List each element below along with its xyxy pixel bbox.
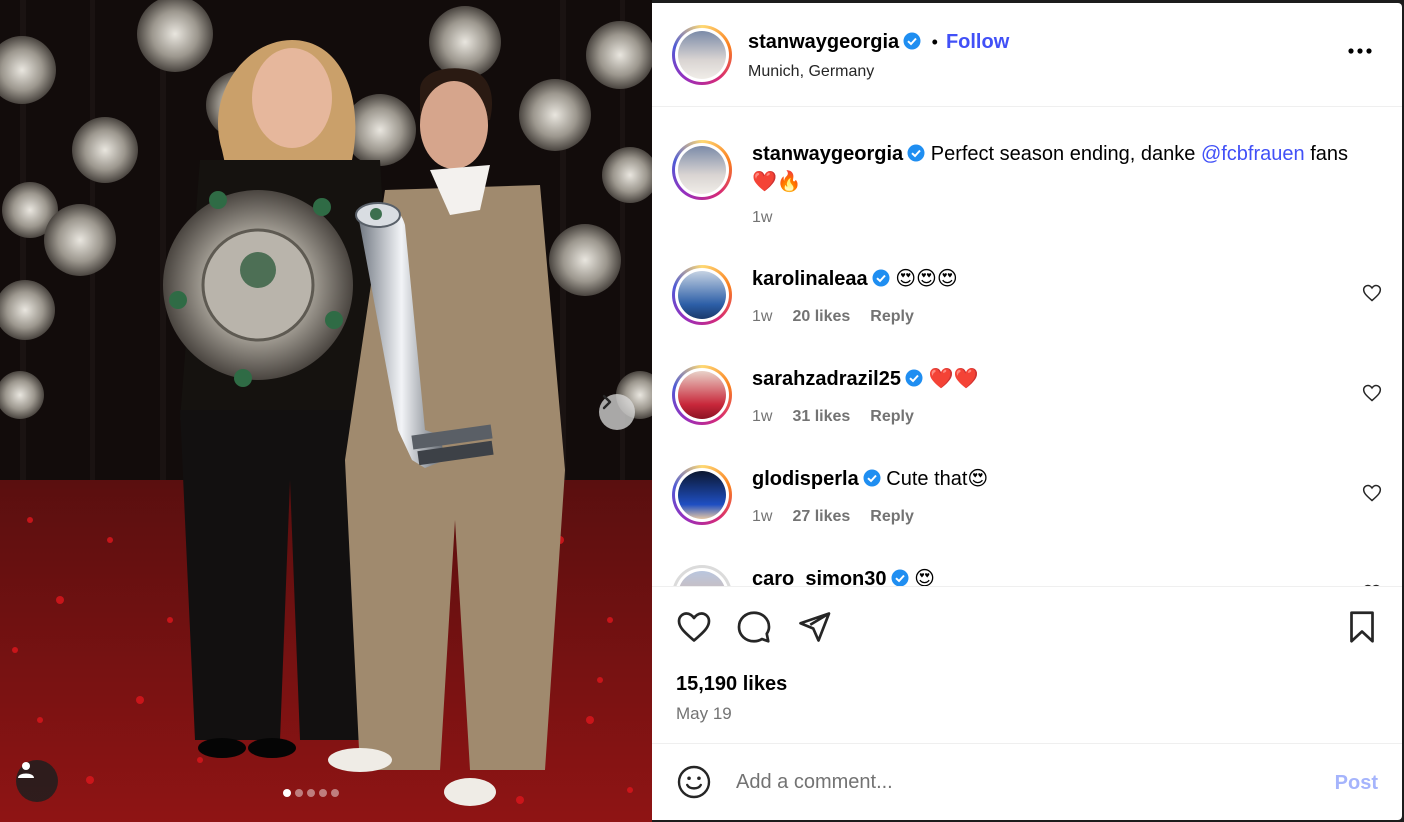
author-avatar[interactable]: [672, 25, 732, 85]
tagged-users-button[interactable]: [16, 760, 58, 802]
like-comment-heart-icon[interactable]: [1362, 283, 1382, 303]
comment-age: 1w: [752, 308, 773, 325]
carousel-dot: [307, 789, 315, 797]
comment-age: 1w: [752, 408, 773, 425]
commenter-avatar[interactable]: [672, 265, 732, 325]
post-actions: 15,190 likes May 19: [652, 586, 1402, 743]
comment-input[interactable]: [736, 766, 1296, 798]
carousel-indicator: [283, 789, 339, 797]
commenter-username[interactable]: sarahzadrazil25: [752, 368, 901, 390]
caption-emojis: ❤️🔥: [752, 171, 802, 193]
comment-text: 😍: [914, 568, 935, 586]
author-avatar[interactable]: [672, 140, 732, 200]
author-username[interactable]: stanwaygeorgia: [748, 31, 899, 53]
reply-button[interactable]: Reply: [870, 303, 914, 331]
post-comment-button[interactable]: Post: [1335, 772, 1378, 795]
post-date: May 19: [676, 704, 732, 723]
post-photo[interactable]: [0, 0, 652, 822]
follow-button[interactable]: Follow: [946, 31, 1009, 53]
verified-badge-icon: [905, 369, 923, 387]
caption-mention-link[interactable]: @fcbfrauen: [1201, 143, 1305, 165]
carousel-dot: [331, 789, 339, 797]
carousel-dot: [283, 789, 291, 797]
carousel-dot: [319, 789, 327, 797]
commenter-avatar[interactable]: [672, 465, 732, 525]
post-details-panel: stanwaygeorgia • Follow Munich, Germany s…: [652, 3, 1402, 820]
verified-badge-icon: [907, 144, 925, 162]
more-options-icon[interactable]: [1346, 41, 1374, 61]
share-send-icon[interactable]: [796, 609, 832, 645]
like-heart-icon[interactable]: [676, 609, 712, 645]
reply-button[interactable]: Reply: [870, 403, 914, 431]
like-count[interactable]: 15,190 likes: [676, 673, 787, 696]
commenter-username[interactable]: glodisperla: [752, 468, 859, 490]
commenter-avatar[interactable]: [672, 365, 732, 425]
caption-username[interactable]: stanwaygeorgia: [752, 143, 903, 165]
comment-bubble-icon[interactable]: [736, 609, 772, 645]
post-location[interactable]: Munich, Germany: [748, 63, 874, 81]
verified-badge-icon: [891, 569, 909, 586]
caption-age: 1w: [752, 209, 773, 226]
save-bookmark-icon[interactable]: [1344, 609, 1380, 645]
verified-badge-icon: [872, 269, 890, 287]
separator-dot: •: [931, 32, 938, 52]
next-photo-button[interactable]: [599, 394, 635, 430]
commenter-username[interactable]: karolinaleaa: [752, 268, 868, 290]
carousel-dot: [295, 789, 303, 797]
instagram-post-modal: stanwaygeorgia • Follow Munich, Germany s…: [0, 0, 1404, 822]
comment-likes[interactable]: 20 likes: [792, 303, 850, 331]
emoji-icon[interactable]: [676, 764, 712, 800]
comment-likes[interactable]: 27 likes: [792, 503, 850, 531]
comment-age: 1w: [752, 508, 773, 525]
verified-badge-icon: [863, 469, 881, 487]
comment-text: 😍😍😍: [895, 268, 958, 290]
photo-illustration: [0, 0, 652, 822]
like-comment-heart-icon[interactable]: [1362, 383, 1382, 403]
comment-text: Cute that😍: [886, 468, 989, 490]
commenter-username[interactable]: caro_simon30: [752, 568, 887, 586]
caption-text-end: fans: [1310, 143, 1349, 165]
commenter-avatar[interactable]: [672, 565, 732, 586]
verified-badge-icon: [903, 32, 921, 50]
comment-text: ❤️❤️: [928, 368, 979, 390]
person-icon: [18, 762, 34, 778]
chevron-right-icon: [602, 394, 612, 410]
add-comment-bar: Post: [652, 743, 1402, 820]
comment-likes[interactable]: 31 likes: [792, 403, 850, 431]
post-header: stanwaygeorgia • Follow Munich, Germany: [652, 3, 1402, 107]
comments-list[interactable]: stanwaygeorgia Perfect season ending, da…: [652, 108, 1402, 586]
like-comment-heart-icon[interactable]: [1362, 483, 1382, 503]
caption-text: Perfect season ending, danke: [930, 143, 1196, 165]
reply-button[interactable]: Reply: [870, 503, 914, 531]
